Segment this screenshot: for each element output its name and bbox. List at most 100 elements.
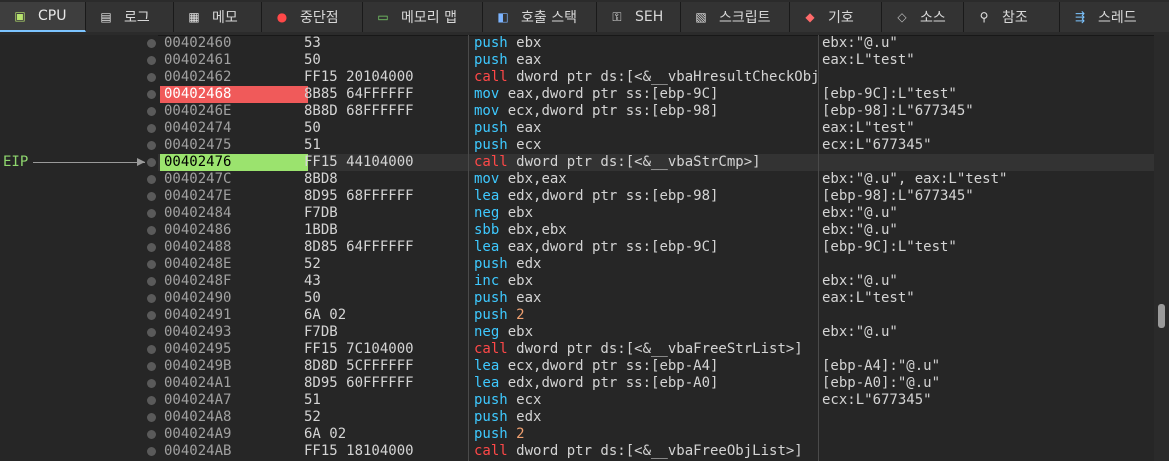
breakpoint-dot-icon[interactable] xyxy=(147,243,156,252)
breakpoint-dot-icon[interactable] xyxy=(147,413,156,422)
bytes-cell: 6A 02 xyxy=(304,307,347,323)
tab-notes[interactable]: ▦ 메모 xyxy=(174,2,262,32)
mnemonic: call xyxy=(474,443,508,459)
tab-label: 스레드 xyxy=(1098,10,1137,26)
script-icon: ▧ xyxy=(695,10,707,24)
breakpoint-dot-icon[interactable] xyxy=(147,430,156,439)
breakpoint-dot-icon[interactable] xyxy=(147,158,156,167)
disasm-row[interactable]: 00402495 FF15 7C104000 call dword ptr ds:[… xyxy=(158,341,1154,358)
disasm-row[interactable]: 00402476 FF15 44104000 call dword ptr ds:[… xyxy=(158,154,1154,171)
disasm-row[interactable]: 00402462 FF15 20104000 call dword ptr ds:[… xyxy=(158,69,1154,86)
comment-cell: ebx:"@.u", eax:L"test" xyxy=(822,171,1008,187)
comment-cell: eax:L"test" xyxy=(822,120,915,136)
breakpoint-dot-icon[interactable] xyxy=(147,362,156,371)
mnemonic: mov xyxy=(474,171,500,187)
breakpoint-dot-icon[interactable] xyxy=(147,260,156,269)
comment-cell: ebx:"@.u" xyxy=(822,324,898,340)
breakpoint-dot-icon[interactable] xyxy=(147,328,156,337)
disasm-row[interactable]: 00402474 50 push eax eax:L"test" xyxy=(158,120,1154,137)
instruction-cell: call dword ptr ds:[<&__vbaFreeObjList>] xyxy=(474,443,818,460)
tab-call-stack[interactable]: ◧ 호출 스택 xyxy=(483,2,597,32)
tab-source[interactable]: ◇ 소스 xyxy=(882,2,964,32)
tab-references[interactable]: ⚲ 참조 xyxy=(964,2,1060,32)
breakpoint-dot-icon[interactable] xyxy=(147,311,156,320)
tab-seh[interactable]: ⚿ SEH xyxy=(597,2,681,32)
instruction-cell: push eax xyxy=(474,120,818,137)
disasm-row[interactable]: 004024AB FF15 18104000 call dword ptr ds:[… xyxy=(158,443,1154,460)
disasm-row[interactable]: 004024A7 51 push ecx ecx:L"677345" xyxy=(158,392,1154,409)
disasm-row[interactable]: 00402468 8B85 64FFFFFF mov eax,dword ptr s… xyxy=(158,86,1154,103)
scrollbar-thumb[interactable] xyxy=(1158,304,1165,328)
disasm-row[interactable]: 00402493 F7DB neg ebx ebx:"@.u" xyxy=(158,324,1154,341)
breakpoint-dot-icon[interactable] xyxy=(147,226,156,235)
disassembly-view[interactable]: 00402460 53 push ebx ebx:"@.u" 00402461 50 pus… xyxy=(158,35,1154,461)
disasm-row[interactable]: 0040246E 8B8D 68FFFFFF mov ecx,dword ptr s… xyxy=(158,103,1154,120)
disasm-row[interactable]: 0040247E 8D95 68FFFFFF lea edx,dword ptr s… xyxy=(158,188,1154,205)
disasm-row[interactable]: 004024A1 8D95 60FFFFFF lea edx,dword ptr s… xyxy=(158,375,1154,392)
tab-script[interactable]: ▧ 스크립트 xyxy=(681,2,790,32)
operands: ebx xyxy=(507,35,542,51)
breakpoint-dot-icon[interactable] xyxy=(147,56,156,65)
breakpoint-dot-icon[interactable] xyxy=(147,277,156,286)
disasm-row[interactable]: 0040247C 8BD8 mov ebx,eax ebx:"@.u", eax:L"… xyxy=(158,171,1154,188)
breakpoint-dot-icon[interactable] xyxy=(147,396,156,405)
disasm-row[interactable]: 00402484 F7DB neg ebx ebx:"@.u" xyxy=(158,205,1154,222)
breakpoint-dot-icon[interactable] xyxy=(147,447,156,456)
address-cell: 00402490 xyxy=(164,290,232,306)
breakpoint-dot-icon[interactable] xyxy=(147,379,156,388)
tab-breakpoint[interactable]: ● 중단점 xyxy=(262,2,363,32)
disasm-row[interactable]: 00402491 6A 02 push 2 xyxy=(158,307,1154,324)
mnemonic: push xyxy=(474,120,508,136)
operands: ebx,eax xyxy=(499,171,567,187)
address-cell: 00402495 xyxy=(164,341,232,357)
operands: edx,dword ptr ss:[ebp-98] xyxy=(499,188,719,204)
breakpoint-dot-icon[interactable] xyxy=(147,192,156,201)
bytes-cell: 8D95 68FFFFFF xyxy=(304,188,414,204)
instruction-cell: sbb ebx,ebx xyxy=(474,222,818,239)
address-cell: 00402486 xyxy=(164,222,232,238)
breakpoint-dot-icon[interactable] xyxy=(147,124,156,133)
breakpoint-dot-icon[interactable] xyxy=(147,39,156,48)
address-cell: 0040247C xyxy=(164,171,232,187)
tab-label: 메모 xyxy=(212,10,238,26)
tab-cpu[interactable]: ▣ CPU xyxy=(0,2,86,32)
mnemonic: push xyxy=(474,52,508,68)
address-cell: 00402474 xyxy=(164,120,232,136)
address-cell: 00402462 xyxy=(164,69,232,85)
instruction-cell: neg ebx xyxy=(474,324,818,341)
disasm-row[interactable]: 00402488 8D85 64FFFFFF lea eax,dword ptr s… xyxy=(158,239,1154,256)
breakpoint-dot-icon[interactable] xyxy=(147,107,156,116)
breakpoint-dot-icon[interactable] xyxy=(147,345,156,354)
vertical-scrollbar[interactable] xyxy=(1154,35,1169,461)
breakpoint-dot-icon[interactable] xyxy=(147,90,156,99)
breakpoint-dot-icon[interactable] xyxy=(147,141,156,150)
disasm-row[interactable]: 004024A9 6A 02 push 2 xyxy=(158,426,1154,443)
disasm-row[interactable]: 004024A8 52 push edx xyxy=(158,409,1154,426)
address-cell: 0040247E xyxy=(164,188,232,204)
address-cell: 004024A7 xyxy=(164,392,232,408)
disasm-row[interactable]: 0040249B 8D8D 5CFFFFFF lea ecx,dword ptr s… xyxy=(158,358,1154,375)
disasm-row[interactable]: 00402460 53 push ebx ebx:"@.u" xyxy=(158,35,1154,52)
threads-icon: ⇶ xyxy=(1074,10,1086,24)
address-cell: 00402491 xyxy=(164,307,232,323)
comment-cell: [ebp-98]:L"677345" xyxy=(822,188,974,204)
breakpoint-dot-icon[interactable] xyxy=(147,209,156,218)
disasm-row[interactable]: 00402486 1BDB sbb ebx,ebx ebx:"@.u" xyxy=(158,222,1154,239)
address-cell: 0040246E xyxy=(164,103,232,119)
tab-log[interactable]: ▤ 로그 xyxy=(86,2,174,32)
disasm-row[interactable]: 00402475 51 push ecx ecx:L"677345" xyxy=(158,137,1154,154)
breakpoint-dot-icon[interactable] xyxy=(147,175,156,184)
disasm-row[interactable]: 0040248E 52 push edx xyxy=(158,256,1154,273)
disasm-row[interactable]: 0040248F 43 inc ebx ebx:"@.u" xyxy=(158,273,1154,290)
tab-symbols[interactable]: ◆ 기호 xyxy=(790,2,882,32)
instruction-cell: push ecx xyxy=(474,137,818,154)
disasm-row[interactable]: 00402461 50 push eax eax:L"test" xyxy=(158,52,1154,69)
breakpoint-dot-icon[interactable] xyxy=(147,294,156,303)
column-divider xyxy=(818,35,819,461)
comment-cell: ebx:"@.u" xyxy=(822,35,898,51)
tab-threads[interactable]: ⇶ 스레드 xyxy=(1060,2,1169,32)
tab-memory-map[interactable]: ▭ 메모리 맵 xyxy=(363,2,483,32)
mnemonic: lea xyxy=(474,239,500,255)
disasm-row[interactable]: 00402490 50 push eax eax:L"test" xyxy=(158,290,1154,307)
breakpoint-dot-icon[interactable] xyxy=(147,73,156,82)
